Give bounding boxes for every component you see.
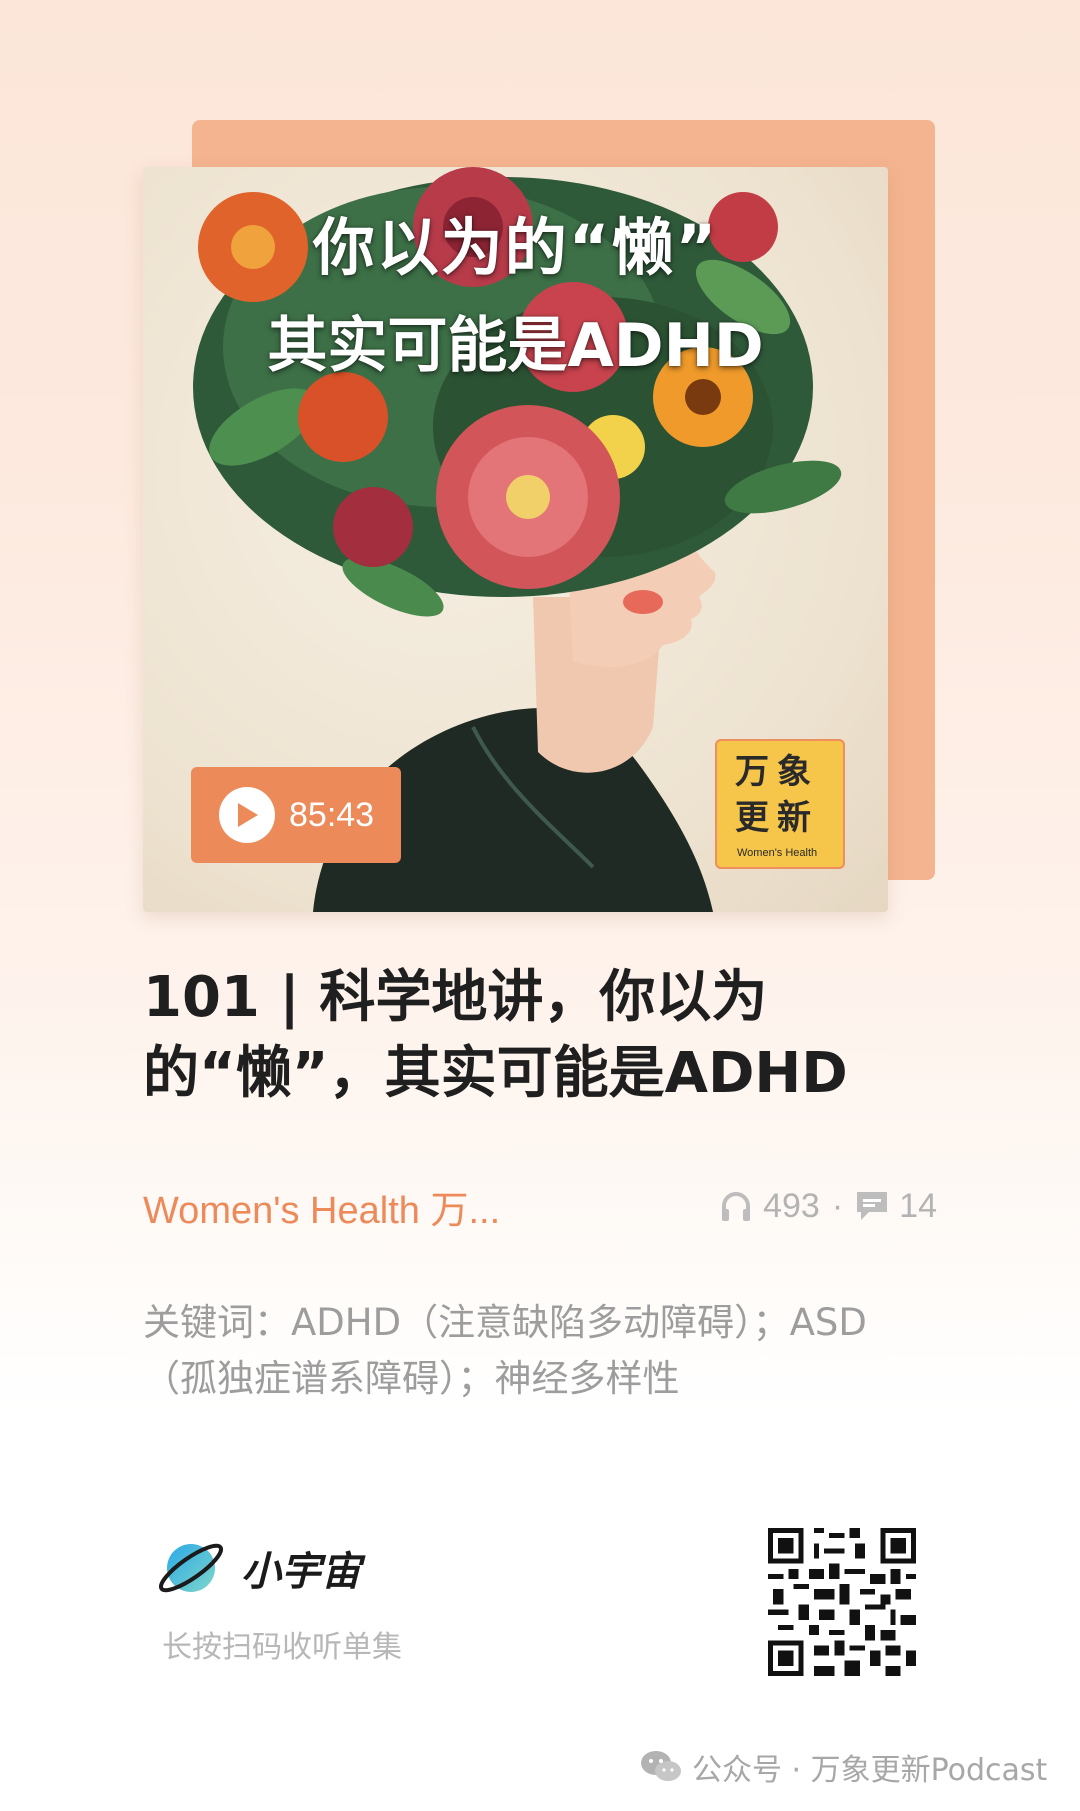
qr-code[interactable] <box>768 1528 916 1676</box>
planet-logo-icon <box>158 1543 224 1593</box>
brand-badge-chars: 万象 更新 <box>735 752 819 838</box>
wechat-icon <box>641 1751 681 1781</box>
duration-label: 85:43 <box>289 795 375 834</box>
play-icon <box>219 787 275 843</box>
watermark-text: 公众号 · 万象更新Podcast <box>692 1753 1048 1788</box>
cover-title-line2: 其实可能是ADHD <box>267 311 764 381</box>
channel-name-link[interactable]: Women's Health 万... <box>143 1179 500 1234</box>
scan-hint: 长按扫码收听单集 <box>162 1630 402 1665</box>
episode-title: 101 | 科学地讲，你以为的“懒”，其实可能是ADHD <box>143 965 848 1106</box>
cover-title-line1: 你以为的“懒” <box>312 211 719 284</box>
comment-icon <box>857 1192 888 1220</box>
play-count: 493 <box>763 1186 820 1225</box>
brand-badge: 万象 更新 Women's Health <box>715 739 845 869</box>
brand-badge-subtitle: Women's Health <box>737 847 818 859</box>
episode-keywords: 关键词：ADHD（注意缺陷多动障碍）；ASD（孤独症谱系障碍）；神经多样性 <box>143 1301 867 1400</box>
episode-meta: Women's Health 万... 493 · 14 <box>143 1180 937 1232</box>
stat-separator: · <box>831 1186 844 1225</box>
watermark: 公众号 · 万象更新Podcast <box>640 1745 1047 1789</box>
logo-text: 小宇宙 <box>241 1549 361 1595</box>
headphones-icon <box>722 1192 751 1221</box>
play-button[interactable]: 85:43 <box>191 767 401 863</box>
xiaoyuzhou-logo: 小宇宙 <box>155 1535 361 1601</box>
comment-count: 14 <box>899 1186 937 1225</box>
episode-cover[interactable]: 你以为的“懒” 其实可能是ADHD 85:43 万象 更新 Women's He… <box>143 167 888 912</box>
episode-stats: 493 · 14 <box>719 1187 937 1226</box>
